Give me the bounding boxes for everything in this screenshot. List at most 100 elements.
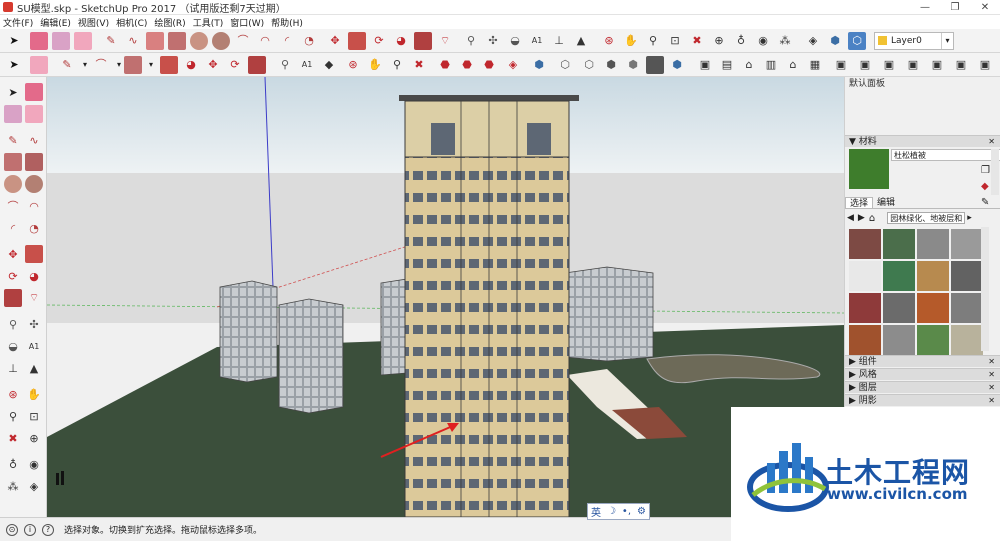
xray-icon[interactable]: ⬢	[530, 56, 548, 74]
maximize-button[interactable]: ❐	[940, 2, 970, 13]
close-icon[interactable]: ✕	[988, 356, 995, 368]
pie-icon[interactable]: ◔	[25, 219, 43, 237]
position-camera-icon[interactable]: ♁	[732, 32, 750, 50]
sample-paint-icon[interactable]: ◆	[981, 181, 989, 192]
scale-icon[interactable]	[414, 32, 432, 50]
select-arrow-icon[interactable]: ➤	[4, 83, 22, 101]
material-swatch[interactable]	[849, 293, 881, 323]
push-pull-icon[interactable]	[25, 245, 43, 263]
offset-icon[interactable]: ⌔	[25, 289, 43, 307]
rotated-rectangle-icon[interactable]	[168, 32, 186, 50]
polygon-icon[interactable]	[212, 32, 230, 50]
look-around-icon[interactable]: ◉	[754, 32, 772, 50]
wireframe-icon[interactable]: ⬡	[580, 56, 598, 74]
iso-view-icon[interactable]: ▣	[696, 56, 714, 74]
material-swatch[interactable]	[917, 325, 949, 355]
cube-icon[interactable]: ▣	[928, 56, 946, 74]
zoom-extents-icon[interactable]: ✖	[4, 429, 22, 447]
pie-icon[interactable]: ◔	[300, 32, 318, 50]
scale-icon[interactable]	[248, 56, 266, 74]
follow-me-icon[interactable]: ◕	[392, 32, 410, 50]
chevron-down-icon[interactable]: ▾	[142, 56, 160, 74]
eraser-icon[interactable]	[30, 56, 48, 74]
left-view-icon[interactable]: ▦	[806, 56, 824, 74]
cube-icon[interactable]: ▣	[832, 56, 850, 74]
text-icon[interactable]: A1	[25, 337, 43, 355]
extension-warehouse-icon[interactable]: ⬣	[480, 56, 498, 74]
three-point-arc-icon[interactable]: ◜	[4, 219, 22, 237]
zoom-icon[interactable]: ⚲	[4, 407, 22, 425]
details-arrow-icon[interactable]: ▸	[967, 213, 972, 223]
look-around-icon[interactable]: ◉	[25, 455, 43, 473]
offset-icon[interactable]: ⌔	[436, 32, 454, 50]
material-swatch[interactable]	[883, 293, 915, 323]
push-pull-icon[interactable]	[160, 56, 178, 74]
walk-icon[interactable]: ⁂	[776, 32, 794, 50]
gear-icon[interactable]: ⚙	[637, 506, 646, 517]
right-view-icon[interactable]: ▥	[762, 56, 780, 74]
protractor-icon[interactable]: ◒	[506, 32, 524, 50]
zoom-icon[interactable]: ⚲	[388, 56, 406, 74]
follow-me-icon[interactable]: ◕	[25, 267, 43, 285]
pencil-icon[interactable]: ✎	[58, 56, 76, 74]
close-icon[interactable]: ✕	[988, 369, 995, 381]
back-edges-icon[interactable]: ⬡	[556, 56, 574, 74]
ime-toolbar[interactable]: 英 ☽ •, ⚙	[587, 503, 650, 520]
menu-file[interactable]: 文件(F)	[3, 16, 33, 29]
text-icon[interactable]: A1	[528, 32, 546, 50]
chevron-down-icon[interactable]: ▾	[941, 33, 953, 49]
rotate-icon[interactable]: ⟳	[370, 32, 388, 50]
polygon-icon[interactable]	[25, 175, 43, 193]
orbit-icon[interactable]: ⊛	[344, 56, 362, 74]
arc-icon[interactable]: ⌒	[4, 197, 22, 215]
axes-icon[interactable]: ⊥	[4, 359, 22, 377]
menu-edit[interactable]: 编辑(E)	[40, 16, 71, 29]
warehouse-icon[interactable]: ⬡	[848, 32, 866, 50]
3d-text-icon[interactable]: ▲	[572, 32, 590, 50]
pan-icon[interactable]: ✋	[25, 385, 43, 403]
material-swatch[interactable]	[951, 293, 983, 323]
close-icon[interactable]: ✕	[988, 395, 995, 407]
close-icon[interactable]: ✕	[988, 382, 995, 394]
orbit-icon[interactable]: ⊛	[600, 32, 618, 50]
section-plane-icon[interactable]: ◈	[25, 477, 43, 495]
zoom-window-icon[interactable]: ⊡	[666, 32, 684, 50]
two-point-arc-icon[interactable]: ◠	[25, 197, 43, 215]
tape-measure-icon[interactable]: ⚲	[4, 315, 22, 333]
previous-view-icon[interactable]: ⊕	[710, 32, 728, 50]
material-swatch[interactable]	[883, 261, 915, 291]
back-view-icon[interactable]: ⌂	[784, 56, 802, 74]
monochrome-icon[interactable]: ⬢	[668, 56, 686, 74]
3d-text-icon[interactable]: ▲	[25, 359, 43, 377]
material-swatch[interactable]	[849, 229, 881, 259]
shaded-icon[interactable]: ⬢	[624, 56, 642, 74]
pencil-icon[interactable]: ✎	[4, 131, 22, 149]
scrollbar[interactable]	[981, 227, 989, 351]
arc-icon[interactable]: ⌒	[234, 32, 252, 50]
previous-view-icon[interactable]: ⊕	[25, 429, 43, 447]
house-icon[interactable]: ⌂	[869, 213, 875, 224]
menu-camera[interactable]: 相机(C)	[116, 16, 147, 29]
rectangle-icon[interactable]	[4, 153, 22, 171]
close-button[interactable]: ✕	[970, 2, 1000, 13]
material-swatch[interactable]	[951, 261, 983, 291]
material-swatch[interactable]	[917, 229, 949, 259]
eraser-icon[interactable]	[74, 32, 92, 50]
freehand-icon[interactable]: ∿	[124, 32, 142, 50]
paint-bucket-icon[interactable]: ◆	[320, 56, 338, 74]
ime-language[interactable]: 英	[591, 504, 601, 519]
zoom-extents-icon[interactable]: ✖	[688, 32, 706, 50]
library-dropdown[interactable]: 园林绿化、地被层和	[887, 212, 966, 224]
dimension-icon[interactable]: ✣	[25, 315, 43, 333]
components-panel-header[interactable]: ▶ 组件 ✕	[845, 355, 1000, 367]
move-icon[interactable]: ✥	[326, 32, 344, 50]
dimension-icon[interactable]: ✣	[484, 32, 502, 50]
pan-icon[interactable]: ✋	[622, 32, 640, 50]
top-view-icon[interactable]: ▤	[718, 56, 736, 74]
circle-icon[interactable]	[4, 175, 22, 193]
move-icon[interactable]: ✥	[204, 56, 222, 74]
rotate-icon[interactable]: ⟳	[226, 56, 244, 74]
hidden-line-icon[interactable]: ⬢	[602, 56, 620, 74]
layer-dropdown[interactable]: Layer0 ▾	[874, 32, 954, 50]
shadows-panel-header[interactable]: ▶ 阴影 ✕	[845, 394, 1000, 406]
